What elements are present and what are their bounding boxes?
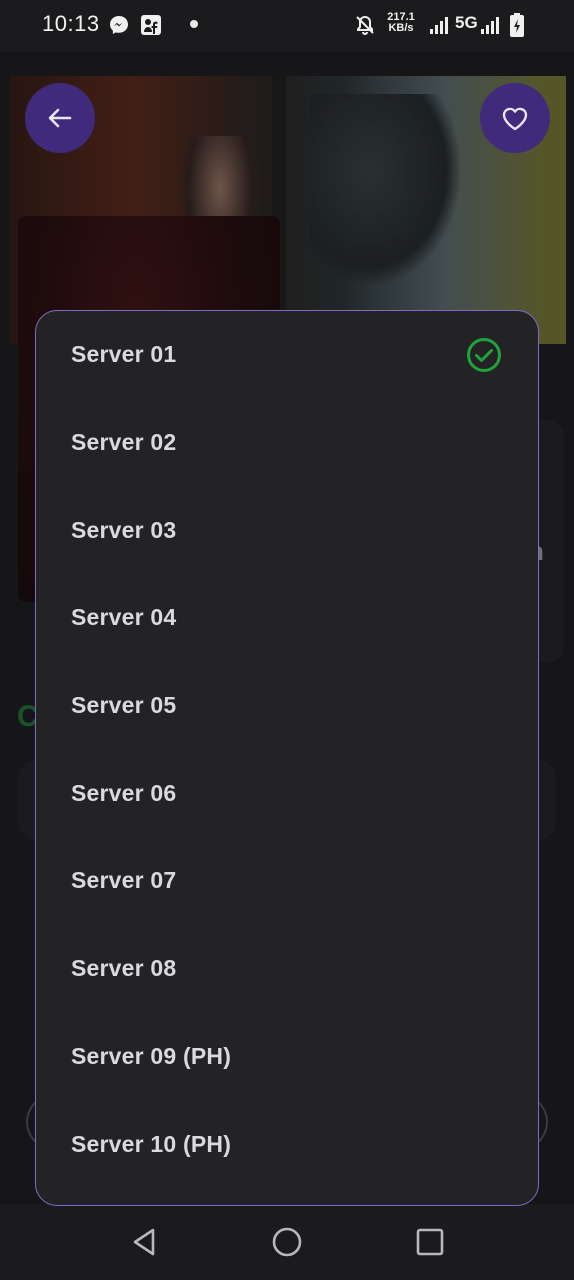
server-option[interactable]: Server 01: [36, 311, 538, 399]
net-speed-unit: KB/s: [388, 22, 414, 34]
battery-charging-icon: [510, 13, 524, 37]
notification-dot-icon: [190, 20, 198, 28]
server-option-label: Server 01: [71, 341, 177, 368]
back-triangle-icon[interactable]: [126, 1224, 162, 1260]
server-option[interactable]: Server 05: [36, 662, 538, 750]
favorite-button[interactable]: [480, 83, 550, 153]
server-option-label: Server 10 (PH): [71, 1130, 232, 1157]
net-speed: 217.1 KB/s: [384, 12, 418, 34]
server-option-label: Server 05: [71, 692, 177, 719]
status-time: 10:13: [42, 11, 100, 36]
server-option[interactable]: Server 02: [36, 399, 538, 487]
server-option-label: Server 08: [71, 955, 177, 982]
server-option-label: Server 04: [71, 604, 177, 631]
server-option[interactable]: Server 03: [36, 486, 538, 574]
home-circle-icon[interactable]: [269, 1224, 305, 1260]
facebook-icon: [141, 15, 161, 35]
mute-icon: [356, 15, 374, 35]
server-option-label: Server 02: [71, 429, 177, 456]
check-circle-icon: [467, 337, 501, 372]
server-option-label: Server 09 (PH): [71, 1042, 232, 1069]
messenger-icon: [110, 16, 128, 34]
heart-icon: [502, 107, 528, 131]
server-option-label: Server 06: [71, 779, 177, 806]
network-type: 5G: [455, 13, 478, 32]
recents-square-icon[interactable]: [412, 1224, 448, 1260]
server-option[interactable]: Server 09 (PH): [36, 1013, 538, 1101]
signal-icon: [430, 17, 448, 34]
server-option[interactable]: Server 10 (PH): [36, 1100, 538, 1188]
server-selection-sheet: Server 01 Server 02 Server 03 Server 04 …: [35, 310, 539, 1206]
server-option[interactable]: Server 06: [36, 749, 538, 837]
system-nav-bar: [0, 1206, 574, 1280]
back-button[interactable]: [25, 83, 95, 153]
signal-icon: [481, 17, 499, 34]
server-option[interactable]: Server 04: [36, 574, 538, 662]
server-option[interactable]: Server 08: [36, 925, 538, 1013]
status-bar: 10:13 217.1 KB/s 5G: [0, 0, 574, 52]
arrow-left-icon: [48, 108, 72, 128]
server-option-label: Server 03: [71, 516, 177, 543]
server-option-label: Server 07: [71, 867, 177, 894]
server-option[interactable]: Server 07: [36, 837, 538, 925]
